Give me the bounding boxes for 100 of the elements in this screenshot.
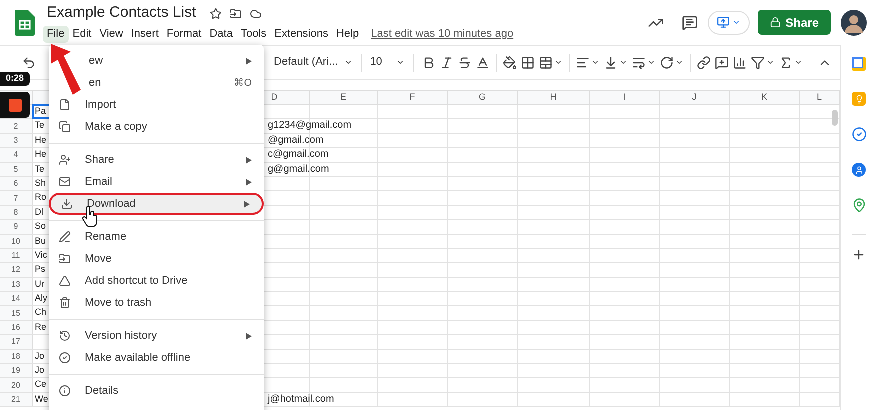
menu-item[interactable]: Download (49, 193, 264, 215)
trash-icon (59, 297, 71, 309)
table-cell: j@hotmail.com (268, 392, 334, 406)
caret-icon (591, 58, 600, 67)
column-header[interactable]: J (692, 90, 697, 104)
table-cell: Jo (35, 350, 45, 361)
file-icon (59, 99, 71, 111)
pen-icon (59, 231, 71, 243)
column-header[interactable]: I (623, 90, 626, 104)
menu-item[interactable]: File (43, 26, 69, 43)
wrap-icon (632, 56, 646, 70)
table-cell: Sh (35, 178, 46, 188)
table-cell: @gmail.com (268, 134, 324, 147)
table-cell: Ps (35, 264, 46, 274)
caret-icon (675, 58, 684, 67)
font-dropdown[interactable]: Default (Ari... (272, 54, 356, 71)
caret-icon (766, 58, 776, 67)
menu-item[interactable]: Details (49, 380, 264, 402)
row-number[interactable]: 7 (14, 192, 18, 205)
vertical-align-icon (604, 56, 618, 70)
envelope-icon (59, 176, 71, 188)
menu-item[interactable]: Share (49, 149, 264, 171)
strikethrough-icon (458, 56, 472, 70)
column-header[interactable]: K (761, 90, 768, 104)
scrollbar-thumb[interactable] (832, 110, 838, 126)
column-header[interactable]: H (550, 90, 557, 104)
tasks-icon[interactable] (852, 127, 866, 142)
caret-icon (647, 58, 656, 67)
caret-icon (554, 58, 564, 67)
folder-icon[interactable] (230, 8, 242, 20)
table-cell: Jo (35, 365, 45, 376)
comment-icon (715, 56, 730, 70)
menu-item[interactable]: Add shortcut to Drive (49, 270, 264, 292)
share-button[interactable]: Share (758, 10, 831, 35)
column-header[interactable]: E (340, 90, 346, 104)
row-number[interactable]: 2 (14, 120, 18, 133)
menu-item[interactable]: Help (332, 26, 364, 43)
menu-item[interactable]: en ⌘O (87, 72, 264, 94)
last-edit-link[interactable]: Last edit was 10 minutes ago (371, 26, 514, 43)
column-header[interactable]: G (478, 90, 486, 104)
row-number[interactable]: 6 (14, 177, 18, 190)
avatar[interactable] (841, 10, 867, 36)
menu-item[interactable]: Data (206, 26, 237, 43)
table-cell: Te (35, 120, 45, 130)
caret-icon (794, 58, 804, 67)
menu-item[interactable]: Edit (68, 26, 96, 43)
star-icon[interactable] (210, 8, 222, 20)
menu-item[interactable]: Tools (236, 26, 271, 43)
menu-item[interactable]: Insert (127, 26, 163, 43)
column-header[interactable]: L (816, 90, 822, 104)
lock-icon (770, 17, 781, 28)
comments-icon[interactable] (682, 14, 698, 30)
present-button[interactable] (708, 10, 750, 34)
table-cell: Dl (35, 206, 44, 217)
present-icon (716, 16, 730, 29)
table-cell: Vic (35, 250, 48, 260)
menu-item[interactable]: Import (49, 94, 264, 116)
table-cell: He (35, 149, 47, 160)
timestamp-label: 0:28 (0, 72, 30, 86)
row-number[interactable]: 8 (14, 206, 18, 219)
menu-item[interactable]: Move (49, 248, 264, 270)
row-number[interactable]: 9 (14, 220, 18, 234)
stop-recording-button[interactable] (0, 92, 30, 118)
column-header[interactable]: D (271, 90, 278, 104)
menu-item[interactable]: Rename (49, 226, 264, 248)
menu-item[interactable]: ew (87, 50, 264, 72)
menu-item[interactable]: Extensions (270, 26, 332, 43)
bold-icon (422, 56, 436, 70)
maps-icon[interactable] (852, 198, 866, 213)
column-header[interactable]: F (410, 90, 416, 104)
menu-item[interactable]: Format (162, 26, 206, 43)
add-icon[interactable] (852, 248, 866, 262)
calendar-icon[interactable] (852, 57, 866, 71)
caret-icon (396, 58, 406, 67)
folder-icon (59, 253, 71, 265)
merge-icon (539, 56, 554, 70)
menu-item[interactable]: View (96, 26, 128, 43)
sheets-logo[interactable] (15, 10, 35, 36)
row-number[interactable]: 3 (14, 134, 18, 147)
menu-item[interactable]: Make available offline (49, 347, 264, 369)
row-number[interactable]: 5 (14, 162, 18, 176)
contacts-icon[interactable] (852, 163, 866, 177)
document-title[interactable]: Example Contacts List (47, 2, 196, 25)
cloud-icon[interactable] (250, 8, 262, 20)
undo-icon[interactable] (22, 56, 36, 70)
copy-icon (59, 121, 71, 133)
menu-item[interactable]: Version history (49, 325, 264, 347)
table-cell: Aly (35, 293, 48, 304)
table-cell: Re (35, 322, 47, 332)
add-person-icon (59, 154, 71, 166)
row-number[interactable]: 4 (14, 148, 18, 162)
menu-item[interactable]: Make a copy (49, 116, 264, 138)
shortcut-label: ⌘O (234, 76, 252, 90)
table-cell: So (35, 221, 46, 232)
menu-item[interactable]: Move to trash (49, 292, 264, 314)
table-cell: Bu (35, 236, 46, 246)
caret-icon (732, 18, 741, 27)
caret-icon (619, 58, 628, 67)
menu-item[interactable]: Email (49, 171, 264, 193)
font-size-dropdown[interactable]: 10 (368, 54, 408, 71)
